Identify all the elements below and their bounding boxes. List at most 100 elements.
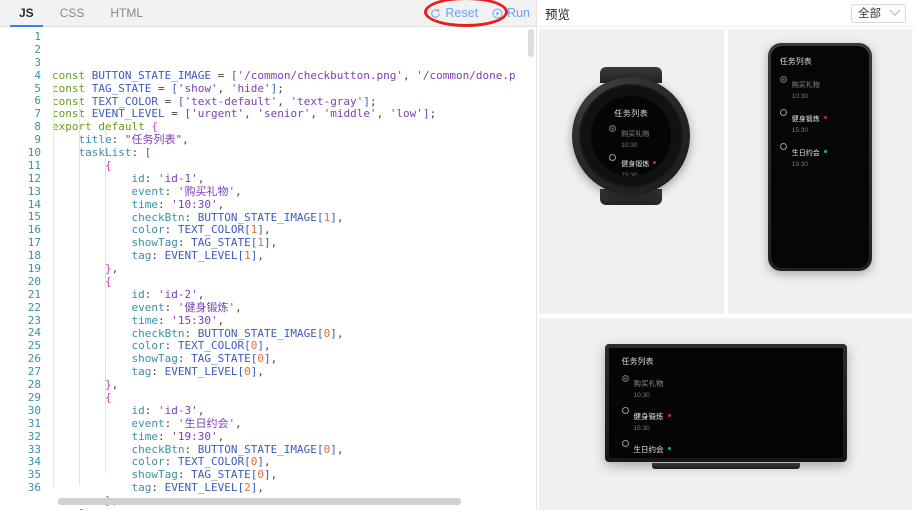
task-texts: 健身锻炼 15:30	[634, 406, 671, 433]
line-number: 1	[34, 30, 41, 43]
task-texts: 生日约会19:30	[634, 439, 671, 458]
code-line: event: '购买礼物',	[131, 184, 242, 198]
tv-frame: 任务列表 购买礼物 10:30 健身锻炼 15:30 生日约会19:30	[604, 344, 847, 462]
ide-playground: JS CSS HTML Reset Run 1 2 3 4 5 6 7 8 9 …	[0, 0, 914, 510]
task-name-row: 购买礼物	[792, 74, 820, 91]
task-item[interactable]: 购买礼物 10:30	[621, 373, 843, 400]
preview-card-phone[interactable]: 任务列表 购买礼物 10:30 健身锻炼 15:30 生日约会 19:30	[727, 29, 912, 314]
task-time: 15:30	[621, 172, 638, 176]
line-number: 10	[27, 146, 41, 160]
checkbox-icon[interactable]	[621, 407, 629, 415]
line-number: 3	[34, 55, 41, 69]
line-number: 28	[27, 378, 41, 392]
tv-device: 任务列表 购买礼物 10:30 健身锻炼 15:30 生日约会19:30	[604, 344, 847, 469]
task-time: 19:30	[791, 161, 809, 169]
phone-device: 任务列表 购买礼物 10:30 健身锻炼 15:30 生日约会 19:30	[767, 43, 872, 271]
horizontal-scrollbar[interactable]	[58, 498, 461, 505]
task-name: 健身锻炼	[621, 160, 650, 168]
device-filter-select[interactable]: 全部	[851, 3, 906, 23]
checkbox-icon[interactable]	[779, 143, 787, 151]
watch-body: 任务列表 购买礼物10:30健身锻炼15:30生日约会19:30	[572, 77, 691, 195]
reset-label: Reset	[445, 6, 479, 20]
task-texts: 购买礼物 10:30	[634, 373, 664, 400]
preview-title: 预览	[545, 7, 571, 22]
tab-html[interactable]: HTML	[97, 0, 156, 27]
task-tag-dot	[667, 413, 671, 417]
tab-js[interactable]: JS	[6, 0, 47, 27]
run-button[interactable]: Run	[492, 6, 530, 20]
reset-button[interactable]: Reset	[430, 6, 478, 20]
tv-app-title: 任务列表	[621, 357, 654, 366]
task-texts: 购买礼物 10:30	[621, 123, 649, 150]
task-item[interactable]: 健身锻炼 15:30	[609, 153, 671, 176]
line-number: 13	[27, 184, 41, 198]
task-item[interactable]: 健身锻炼 15:30	[779, 108, 860, 135]
task-item[interactable]: 健身锻炼 15:30	[621, 406, 843, 433]
task-name-row: 健身锻炼	[621, 153, 657, 170]
watch-app-title: 任务列表	[614, 109, 649, 118]
phone-task-list: 购买礼物 10:30 健身锻炼 15:30 生日约会 19:30	[779, 74, 860, 169]
task-name: 购买礼物	[633, 379, 664, 388]
task-name: 健身锻炼	[791, 115, 820, 123]
phone-screen[interactable]: 任务列表 购买礼物 10:30 健身锻炼 15:30 生日约会 19:30	[770, 46, 869, 268]
line-number: 21	[27, 287, 41, 301]
line-number: 32	[27, 429, 41, 443]
task-item[interactable]: 生日约会19:30	[621, 439, 843, 458]
checkbox-icon[interactable]	[621, 440, 629, 448]
task-item[interactable]: 购买礼物 10:30	[779, 74, 860, 101]
task-time: 10:30	[791, 93, 809, 101]
code-line: tag: EVENT_LEVEL[2],	[131, 481, 264, 495]
task-name-row: 健身锻炼	[792, 108, 827, 125]
task-texts: 生日约会 19:30	[792, 142, 827, 169]
checkbox-icon[interactable]	[609, 154, 617, 162]
preview-pane: 预览 全部 任务列表 购买礼物 10:30 健身锻炼 15:30 任务列表 购买…	[537, 0, 914, 510]
code-line: event: '生日约会',	[131, 416, 242, 430]
line-number: 2	[34, 42, 41, 56]
line-number: 22	[27, 300, 41, 314]
task-tag-dot	[823, 115, 827, 119]
watch-task-list: 购买礼物10:30健身锻炼15:30生日约会19:30	[591, 123, 671, 176]
checkbox-checked-icon[interactable]	[609, 124, 617, 132]
watch-bezel: 任务列表 购买礼物10:30健身锻炼15:30生日约会19:30	[579, 84, 684, 188]
line-number: 11	[27, 158, 41, 172]
checkbox-icon[interactable]	[779, 109, 787, 117]
preview-card-tv[interactable]: 任务列表 购买礼物 10:30 健身锻炼 15:30 生日约会19:30	[539, 318, 912, 510]
task-name-row: 购买礼物	[621, 123, 649, 140]
run-label: Run	[507, 6, 530, 20]
editor-pane: JS CSS HTML Reset Run 1 2 3 4 5 6 7 8 9 …	[0, 0, 537, 510]
task-tag-dot	[667, 446, 671, 450]
task-name-row: 健身锻炼	[634, 406, 671, 423]
code-line: {	[104, 274, 112, 288]
phone-app-title: 任务列表	[779, 57, 812, 66]
checkbox-checked-icon[interactable]	[779, 75, 787, 83]
checkbox-checked-icon[interactable]	[621, 374, 629, 382]
task-item[interactable]: 生日约会 19:30	[779, 142, 860, 169]
tab-css[interactable]: CSS	[47, 0, 98, 27]
task-name-row: 生日约会	[634, 439, 671, 456]
task-time: 10:30	[633, 392, 650, 400]
task-item[interactable]: 购买礼物 10:30	[609, 123, 671, 150]
task-name-row: 生日约会	[792, 142, 827, 159]
chevron-down-icon	[889, 4, 901, 16]
task-name: 健身锻炼	[633, 411, 664, 421]
line-number: 4	[34, 68, 41, 82]
play-icon	[492, 7, 503, 19]
line-number: 29	[27, 390, 41, 404]
editor-actions: Reset Run	[430, 6, 536, 20]
preview-card-watch[interactable]: 任务列表 购买礼物10:30健身锻炼15:30生日约会19:30	[539, 29, 724, 314]
tab-html-label: HTML	[110, 5, 144, 20]
vertical-scrollbar[interactable]	[528, 29, 534, 57]
code-line: id: 'id-1',	[131, 171, 205, 185]
tv-screen[interactable]: 任务列表 购买礼物 10:30 健身锻炼 15:30 生日约会19:30	[608, 348, 843, 458]
watch-device: 任务列表 购买礼物10:30健身锻炼15:30生日约会19:30	[572, 67, 691, 205]
task-tag-dot	[823, 149, 827, 153]
tv-stand	[651, 463, 800, 469]
code-editor[interactable]: 1 2 3 4 5 6 7 8 9 10 11 12 13 14 15 16 17 18 19 20 21 22 23 24 2…	[0, 27, 536, 510]
preview-body: 任务列表 购买礼物 10:30 健身锻炼 15:30 生日约会 19:30 任务列表 购买…	[537, 27, 914, 510]
line-number: 36	[27, 481, 41, 495]
line-number: 20	[27, 274, 41, 288]
code-content[interactable]: const BUTTON_STATE_IMAGE = ['/common/che…	[50, 31, 536, 510]
task-name: 购买礼物	[791, 82, 820, 89]
code-line: },	[104, 378, 119, 392]
watch-screen[interactable]: 任务列表 购买礼物10:30健身锻炼15:30生日约会19:30	[591, 96, 672, 176]
